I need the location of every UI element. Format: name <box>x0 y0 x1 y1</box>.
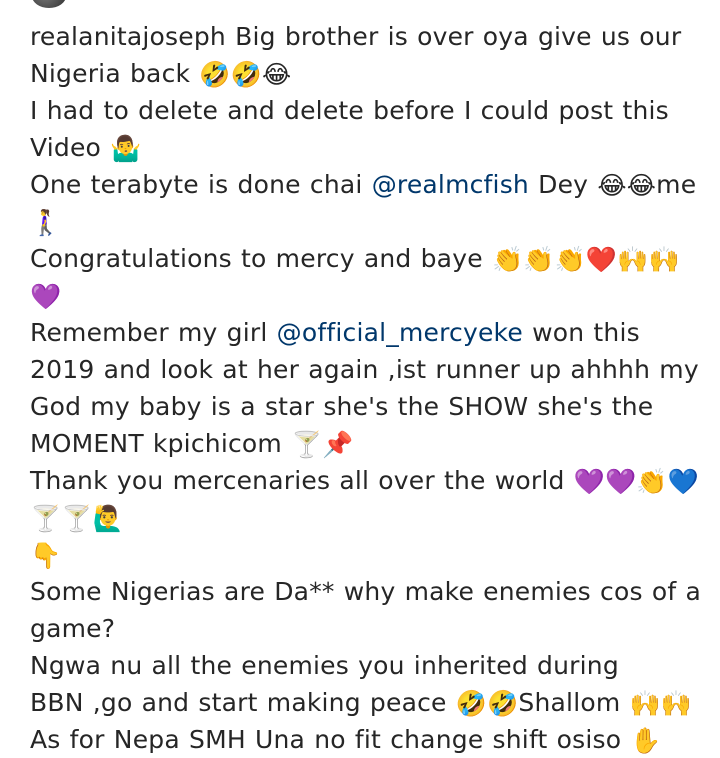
caption-text: Nigeria back <box>30 59 200 88</box>
caption-line: Nigeria back 🤣🤣😂 <box>30 55 710 92</box>
raised-hand-emoji-icon: ✋ <box>630 726 662 755</box>
purple-heart-emoji-icon: 💜 <box>30 282 62 311</box>
cocktail-pin-emoji-icon: 🍸📌 <box>291 430 354 459</box>
clap-heart-raise-hands-emoji-icon: 👏👏👏❤️🙌🙌 <box>491 245 680 274</box>
laughing-emoji-icon: 🤣🤣😂 <box>199 60 292 89</box>
caption-line: 🚶‍♀️ <box>30 203 710 240</box>
caption-text: won this <box>522 318 640 347</box>
caption-line: Congratulations to mercy and baye 👏👏👏❤️🙌… <box>30 240 710 277</box>
caption-text: God my baby is a star she's the SHOW she… <box>30 392 654 421</box>
caption-text: Thank you mercenaries all over the world <box>30 466 574 495</box>
caption-text: 2019 and look at her again ,ist runner u… <box>30 355 699 384</box>
caption-text: One terabyte is done chai <box>30 170 372 199</box>
caption-text: me <box>656 170 697 199</box>
caption-line: 💜 <box>30 277 710 314</box>
hearts-clap-emoji-icon: 💜💜👏💙 <box>573 467 700 496</box>
caption-text: realanitajoseph Big brother is over oya … <box>30 22 682 51</box>
caption-line: I had to delete and delete before I coul… <box>30 92 710 129</box>
instagram-caption-screenshot: realanitajoseph Big brother is over oya … <box>0 0 720 758</box>
caption-line: God my baby is a star she's the SHOW she… <box>30 388 710 425</box>
raise-hands-emoji-icon: 🙌🙌 <box>629 689 693 718</box>
caption-text: Dey <box>528 170 598 199</box>
mention-link[interactable]: @realmcfish <box>372 170 529 199</box>
caption-line: Thank you mercenaries all over the world… <box>30 462 710 499</box>
caption-line: game? <box>30 610 710 647</box>
caption-line: 2019 and look at her again ,ist runner u… <box>30 351 710 388</box>
caption-text: game? <box>30 614 116 643</box>
caption-text: Congratulations to mercy and baye <box>30 244 492 273</box>
caption-text: Ngwa nu all the enemies you inherited du… <box>30 651 619 680</box>
laughing-emoji-icon: 🤣🤣 <box>455 689 519 718</box>
laughing-emoji-icon: 😂😂 <box>597 171 657 200</box>
caption-text: BBN ,go and start making peace <box>30 688 456 717</box>
caption-text: I had to delete and delete before I coul… <box>30 96 669 125</box>
caption-line: realanitajoseph Big brother is over oya … <box>30 18 710 55</box>
caption-line: Ngwa nu all the enemies you inherited du… <box>30 647 710 684</box>
caption-text: As for Nepa SMH Una no fit change shift … <box>30 725 631 754</box>
walking-emoji-icon: 🚶‍♀️ <box>30 208 62 237</box>
caption-line: BBN ,go and start making peace 🤣🤣Shallom… <box>30 684 710 721</box>
caption-text: Some Nigerias are Da** why make enemies … <box>30 577 702 606</box>
caption-text: Shallom <box>518 688 630 717</box>
post-caption: realanitajoseph Big brother is over oya … <box>30 18 710 758</box>
caption-line: Some Nigerias are Da** why make enemies … <box>30 573 710 610</box>
caption-line: Remember my girl @official_mercyeke won … <box>30 314 710 351</box>
cocktail-raise-hand-emoji-icon: 🍸🍸🙋‍♂️ <box>30 504 124 533</box>
caption-line: 👇 <box>30 536 710 573</box>
shrug-emoji-icon: 🤷‍♂️ <box>110 134 142 163</box>
caption-line: As for Nepa SMH Una no fit change shift … <box>30 721 710 758</box>
caption-text: Video <box>30 133 111 162</box>
caption-line: One terabyte is done chai @realmcfish De… <box>30 166 710 203</box>
caption-line: Video 🤷‍♂️ <box>30 129 710 166</box>
caption-line: MOMENT kpichicom 🍸📌 <box>30 425 710 462</box>
cropped-top-row <box>0 0 720 8</box>
caption-text: Remember my girl <box>30 318 277 347</box>
avatar[interactable] <box>32 0 66 8</box>
pointing-down-emoji-icon: 👇 <box>30 541 62 570</box>
caption-line: 🍸🍸🙋‍♂️ <box>30 499 710 536</box>
mention-link[interactable]: @official_mercyeke <box>277 318 523 347</box>
caption-text: MOMENT kpichicom <box>30 429 292 458</box>
